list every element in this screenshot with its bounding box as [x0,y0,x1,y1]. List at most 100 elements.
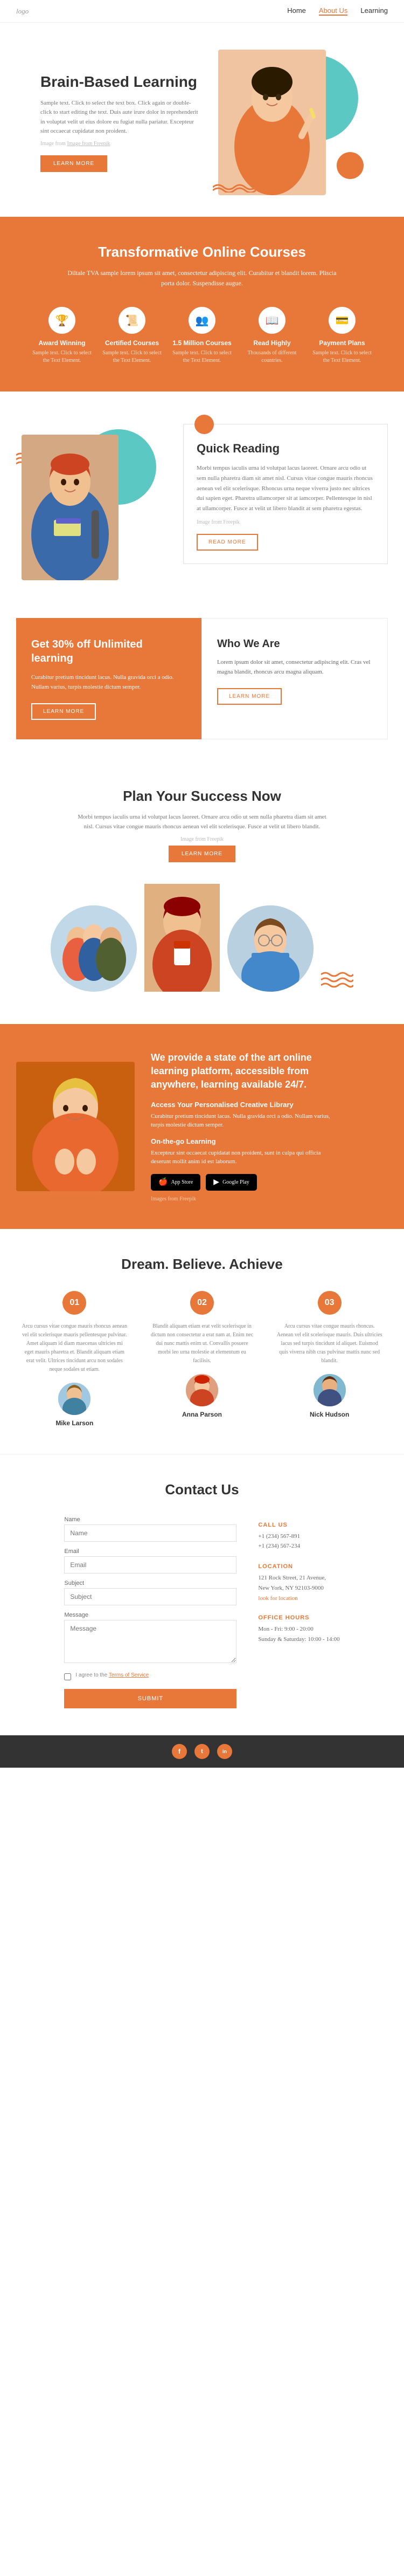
hours-line-2: Sunday & Saturday: 10:00 - 14:00 [258,1634,339,1645]
quick-reading-title: Quick Reading [197,442,374,456]
platform-personal-library-desc: Curabitur pretium tincidunt lacus. Nulla… [151,1112,334,1130]
subject-input[interactable] [64,1588,236,1605]
call-us-title: CALL US [258,1522,339,1528]
hero-title: Brain-Based Learning [40,73,202,91]
dream-num-2: 02 [190,1291,214,1315]
feature-million: 👥 1.5 Million Courses Sample text. Click… [172,307,232,365]
platform-on-go-desc: Excepteur sint occaecat cupidatat non pr… [151,1149,334,1166]
message-textarea[interactable] [64,1620,236,1663]
terms-link[interactable]: Terms of Service [109,1672,149,1678]
email-input[interactable] [64,1556,236,1574]
nav-links: Home About Us Learning [287,6,388,16]
get-30-col: Get 30% off Unlimited learning Curabitur… [16,618,201,739]
quick-reading-image [16,418,167,591]
checkbox-row: I agree to the Terms of Service [64,1672,236,1680]
features-row: 🏆 Award Winning Sample text. Click to se… [16,307,388,365]
quick-reading-person [22,435,119,580]
nav-home[interactable]: Home [287,6,306,16]
plan-person-image [144,884,220,992]
terms-label: I agree to the Terms of Service [75,1672,149,1678]
feature-award: 🏆 Award Winning Sample text. Click to se… [32,307,92,365]
quick-reading-section: Quick Reading Morbi tempus iaculis urna … [0,391,404,618]
contact-title: Contact Us [16,1481,388,1498]
dream-name-1: Mike Larson [22,1419,128,1427]
name-input[interactable] [64,1524,236,1542]
location-line-2: New York, NY 92103-9000 [258,1583,339,1593]
location-block: LOCATION 121 Rock Street, 21 Avenue, New… [258,1563,339,1603]
hero-description: Sample text. Click to select the text bo… [40,99,202,136]
contact-info: CALL US +1 (234) 567-891 +1 (234) 567-23… [258,1516,339,1708]
plan-img-note: Image from Freepik [16,836,388,842]
contact-inner: Name Email Subject Message I agree to th… [16,1516,388,1708]
hero-text: Brain-Based Learning Sample text. Click … [40,73,202,172]
message-label: Message [64,1612,236,1618]
certified-icon: 📜 [119,307,145,334]
phone-1: +1 (234) 567-891 [258,1531,339,1542]
who-we-are-col: Who We Are Lorem ipsum dolor sit amet, c… [201,618,388,739]
nav-logo: logo [16,7,29,16]
nav-learning[interactable]: Learning [360,6,388,16]
location-title: LOCATION [258,1563,339,1570]
hero-image-note: Image from Image from Freepik [40,141,202,147]
call-us-block: CALL US +1 (234) 567-891 +1 (234) 567-23… [258,1522,339,1551]
platform-title: We provide a state of the art online lea… [151,1051,345,1092]
dream-col-3-text: Arcu cursus vitae congue mauris rhoncus.… [276,1322,382,1365]
plan-single-image [227,905,314,992]
get-30-learn-more-button[interactable]: LEARN MORE [31,703,96,720]
platform-247-section: We provide a state of the art online lea… [0,1024,404,1229]
dream-col-2: 02 Blandit aliquam etiam erat velit scel… [144,1291,261,1427]
feature-read-desc: Thousands of different countries. [242,349,302,365]
plan-desc: Morbi tempus iaculis urna id volutpat la… [73,812,331,832]
feature-read: 📖 Read Highly Thousands of different cou… [242,307,302,365]
who-we-are-learn-more-button[interactable]: LEARN MORE [217,688,282,705]
award-icon: 🏆 [48,307,75,334]
footer: f t in [0,1735,404,1768]
submit-button[interactable]: SUBMIT [64,1689,236,1708]
feature-certified-title: Certified Courses [102,339,162,347]
nav-about[interactable]: About Us [319,6,347,16]
quick-reading-read-more-button[interactable]: READ MORE [197,534,258,551]
plan-section: Plan Your Success Now Morbi tempus iacul… [0,761,404,1024]
dream-avatar-1 [58,1383,90,1415]
dream-col-1: 01 Arcu cursus vitae congue mauris rhonc… [16,1291,133,1427]
app-store-badge[interactable]: 🍎 App Store [151,1174,200,1191]
dream-col-2-text: Blandit aliquam etiam erat velit sceleri… [149,1322,255,1365]
two-cols-section: Get 30% off Unlimited learning Curabitur… [0,618,404,760]
navbar: logo Home About Us Learning [0,0,404,23]
feature-award-title: Award Winning [32,339,92,347]
terms-checkbox[interactable] [64,1673,71,1680]
hours-line-1: Mon - Fri: 9:00 - 20:00 [258,1624,339,1634]
hero-learn-more-button[interactable]: LEARN MORE [40,155,107,172]
quick-reading-box: Quick Reading Morbi tempus iaculis urna … [183,424,388,564]
dream-num-3: 03 [318,1291,342,1315]
dream-name-3: Nick Hudson [276,1411,382,1418]
apple-icon: 🍎 [158,1178,168,1187]
contact-form: Name Email Subject Message I agree to th… [64,1516,236,1708]
feature-payment-title: Payment Plans [312,339,372,347]
platform-img-note: Images from Freepik [151,1196,345,1202]
get-30-title: Get 30% off Unlimited learning [31,637,186,665]
platform-text: We provide a state of the art online lea… [151,1051,345,1202]
location-line-1: 121 Rock Street, 21 Avenue, [258,1573,339,1583]
feature-read-title: Read Highly [242,339,302,347]
feature-certified: 📜 Certified Courses Sample text. Click t… [102,307,162,365]
google-play-badge[interactable]: ▶ Google Play [206,1174,257,1191]
payment-icon: 💳 [329,307,356,334]
location-link[interactable]: look for location [258,1595,297,1602]
plan-title: Plan Your Success Now [16,788,388,805]
feature-payment-desc: Sample text. Click to select the Text El… [312,349,372,365]
million-icon: 👥 [189,307,215,334]
get-30-desc: Curabitur pretium tincidunt lacus. Nulla… [31,673,186,692]
read-icon: 📖 [259,307,285,334]
social-linkedin[interactable]: in [217,1744,232,1759]
hero-section: Brain-Based Learning Sample text. Click … [0,23,404,217]
social-facebook[interactable]: f [172,1744,187,1759]
plan-learn-more-button[interactable]: LEARN MORE [169,846,235,862]
platform-on-go-title: On-the-go Learning [151,1137,345,1145]
feature-million-title: 1.5 Million Courses [172,339,232,347]
google-play-icon: ▶ [213,1178,219,1187]
dream-title: Dream. Believe. Achieve [16,1256,388,1273]
courses-title: Transformative Online Courses [16,244,388,260]
dream-col-1-text: Arcu cursus vitae congue mauris rhoncus … [22,1322,128,1374]
social-twitter[interactable]: t [194,1744,210,1759]
